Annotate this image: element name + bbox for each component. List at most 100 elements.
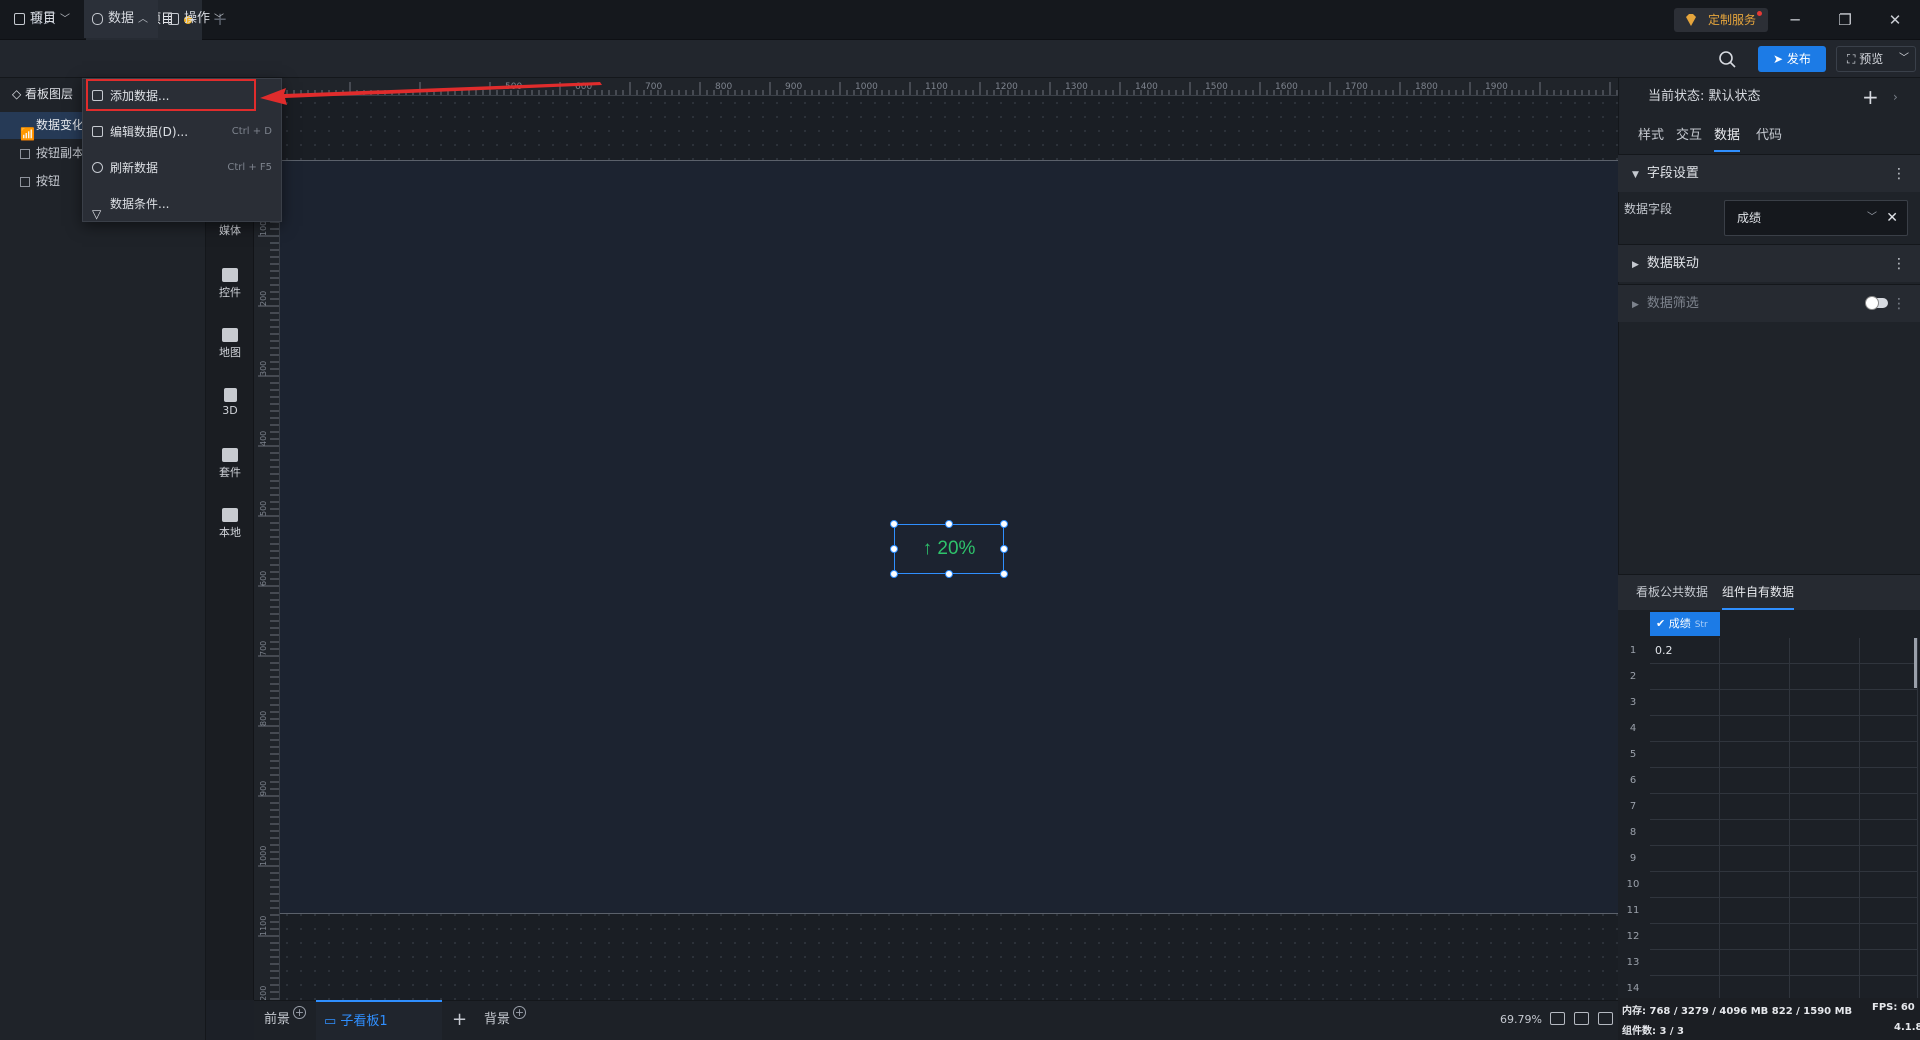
grid-cell[interactable]	[1650, 898, 1720, 924]
add-circle-icon[interactable]: +	[513, 1006, 527, 1019]
grid-cell[interactable]	[1720, 924, 1790, 950]
component-3d[interactable]: 3D	[206, 388, 254, 417]
chevron-right-icon[interactable]: ›	[1893, 78, 1898, 116]
grid-cell[interactable]	[1860, 924, 1918, 950]
tab-interaction[interactable]: 交互	[1676, 120, 1702, 152]
grid-cell[interactable]	[1720, 820, 1790, 846]
grid-cell[interactable]	[1860, 638, 1918, 664]
grid-cell[interactable]	[1790, 638, 1860, 664]
menu-project[interactable]: 项目 ﹀	[14, 0, 70, 38]
resize-handle[interactable]	[890, 520, 898, 528]
grid-cell[interactable]	[1790, 898, 1860, 924]
grid-cell[interactable]	[1790, 794, 1860, 820]
grid-cell[interactable]	[1790, 872, 1860, 898]
menu-operate[interactable]: 操作 ﹀	[168, 0, 224, 38]
minimize-icon[interactable]: ─	[1770, 0, 1820, 40]
grid-cell[interactable]	[1860, 690, 1918, 716]
grid-cell[interactable]	[1790, 846, 1860, 872]
tab-style[interactable]: 样式	[1638, 120, 1664, 152]
grid-cell[interactable]	[1720, 846, 1790, 872]
selected-widget[interactable]: ↑ 20%	[890, 520, 1008, 578]
grid-cell[interactable]	[1860, 820, 1918, 846]
menu-item-refresh-data[interactable]: 刷新数据 Ctrl + F5	[82, 150, 282, 186]
grid-cell[interactable]	[1650, 820, 1720, 846]
terminal-icon[interactable]	[1598, 1012, 1613, 1025]
component-media[interactable]: 媒体	[206, 222, 254, 238]
grid-cell[interactable]	[1860, 768, 1918, 794]
grid-cell[interactable]	[1860, 794, 1918, 820]
more-icon[interactable]: ⋮	[1892, 285, 1906, 323]
keyboard-icon[interactable]	[1574, 1012, 1589, 1025]
tab-code[interactable]: 代码	[1756, 120, 1782, 152]
grid-cell[interactable]	[1650, 846, 1720, 872]
grid-cell[interactable]: 0.2	[1650, 638, 1720, 664]
grid-cell[interactable]	[1790, 690, 1860, 716]
grid-cell[interactable]	[1860, 716, 1918, 742]
preview-button[interactable]: ⛶ 预览 ﹀	[1836, 46, 1916, 72]
add-board-button[interactable]: +	[452, 1000, 467, 1040]
more-icon[interactable]: ⋮	[1892, 245, 1906, 283]
grid-cell[interactable]	[1790, 924, 1860, 950]
grid-cell[interactable]	[1860, 742, 1918, 768]
grid-cell[interactable]	[1790, 742, 1860, 768]
grid-scrollbar[interactable]	[1914, 638, 1917, 688]
grid-cell[interactable]	[1650, 690, 1720, 716]
grid-cell[interactable]	[1650, 768, 1720, 794]
grid-cell[interactable]	[1790, 950, 1860, 976]
close-window-icon[interactable]: ✕	[1870, 0, 1920, 40]
component-kit[interactable]: 套件	[206, 448, 254, 480]
add-circle-icon[interactable]: +	[293, 1006, 307, 1019]
grid-cell[interactable]	[1720, 638, 1790, 664]
grid-cell[interactable]	[1720, 872, 1790, 898]
foreground-tab[interactable]: 前景 +	[264, 1000, 307, 1040]
resize-handle[interactable]	[945, 570, 953, 578]
grid-cell[interactable]	[1790, 820, 1860, 846]
grid-cell[interactable]	[1790, 664, 1860, 690]
resize-handle[interactable]	[1000, 545, 1008, 553]
grid-cell[interactable]	[1860, 950, 1918, 976]
grid-cell[interactable]	[1650, 924, 1720, 950]
section-data-link[interactable]: ▶ 数据联动 ⋮	[1618, 244, 1920, 282]
section-field-settings[interactable]: ▼ 字段设置 ⋮	[1618, 154, 1920, 192]
tab-data[interactable]: 数据	[1714, 120, 1741, 152]
grid-cell[interactable]	[1650, 716, 1720, 742]
publish-button[interactable]: ➤ 发布	[1758, 46, 1826, 72]
resize-handle[interactable]	[945, 520, 953, 528]
grid-cell[interactable]	[1860, 898, 1918, 924]
grid-cell[interactable]	[1720, 716, 1790, 742]
menu-item-edit-data[interactable]: 编辑数据(D)... Ctrl + D	[82, 114, 282, 150]
grid-cell[interactable]	[1650, 742, 1720, 768]
grid-cell[interactable]	[1650, 664, 1720, 690]
grid-cell[interactable]	[1720, 898, 1790, 924]
grid-cell[interactable]	[1720, 690, 1790, 716]
menu-item-data-condition[interactable]: ▽ 数据条件...	[82, 186, 282, 222]
add-state-button[interactable]: +	[1862, 78, 1879, 116]
more-icon[interactable]: ⋮	[1892, 155, 1906, 193]
grid-cell[interactable]	[1650, 950, 1720, 976]
component-controls[interactable]: 控件	[206, 268, 254, 300]
grid-cell[interactable]	[1720, 794, 1790, 820]
background-tab[interactable]: 背景 +	[484, 1000, 527, 1040]
grid-cell[interactable]	[1720, 742, 1790, 768]
custom-service-button[interactable]: 定制服务	[1674, 8, 1768, 32]
menu-data[interactable]: 数据 ︿	[84, 0, 158, 38]
grid-cell[interactable]	[1790, 768, 1860, 794]
grid-cell[interactable]	[1650, 794, 1720, 820]
data-filter-toggle[interactable]	[1865, 296, 1888, 310]
tab-own-data[interactable]: 组件自有数据	[1722, 574, 1795, 610]
resize-handle[interactable]	[890, 570, 898, 578]
fit-screen-icon[interactable]	[1550, 1012, 1565, 1025]
chevron-down-icon[interactable]: ﹀	[1899, 47, 1909, 71]
grid-cell[interactable]	[1720, 950, 1790, 976]
grid-cell[interactable]	[1860, 664, 1918, 690]
resize-handle[interactable]	[890, 545, 898, 553]
grid-cell[interactable]	[1860, 872, 1918, 898]
tab-shared-data[interactable]: 看板公共数据	[1636, 574, 1708, 610]
subboard-tab[interactable]: ▭ 子看板1	[316, 1000, 442, 1040]
grid-cell[interactable]	[1860, 846, 1918, 872]
component-local[interactable]: 本地	[206, 508, 254, 540]
resize-handle[interactable]	[1000, 520, 1008, 528]
restore-icon[interactable]: ❐	[1820, 0, 1870, 40]
search-icon[interactable]	[1716, 48, 1738, 70]
data-field-select[interactable]: 成绩 ﹀ ✕	[1724, 200, 1908, 236]
